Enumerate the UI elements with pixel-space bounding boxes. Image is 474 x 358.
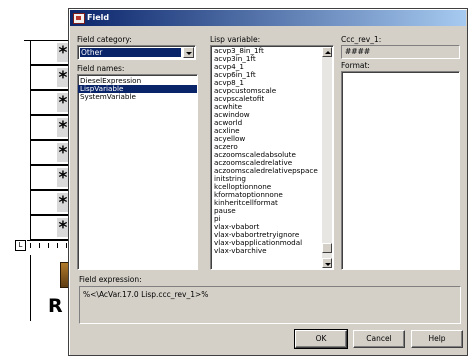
lisp-variable-item[interactable]: pause [212,207,321,215]
chevron-down-icon [186,52,192,55]
table-row: * [31,140,69,165]
format-list[interactable] [341,71,460,270]
drawing-text: R [48,295,63,317]
table-row: * [31,215,69,240]
ruler-tick [39,243,40,248]
field-category-value: Other [80,48,181,57]
ruler-tick [48,243,49,248]
lisp-variable-list[interactable]: acvp3_8in_1ft acvp3in_1ft acvp4_1 acvp6in_1… [210,45,334,270]
field-name-item[interactable]: SystemVariable [78,93,197,101]
scroll-up-button[interactable] [322,47,332,57]
field-app-icon [73,13,85,24]
field-expression-label: Field expression: [79,275,142,284]
field-category-label: Field category: [77,35,132,44]
vertical-scrollbar[interactable] [322,47,332,268]
field-dialog: Field Field category: Other Field names:… [68,8,468,356]
ruler-tick [30,243,31,248]
table-row: * [31,40,69,65]
ruler-tick [57,243,58,248]
table-row: * [31,190,69,215]
dropdown-button[interactable] [183,47,194,58]
cancel-button[interactable]: Cancel [353,330,405,348]
lisp-variable-item[interactable]: vlax-vbarchive [212,247,321,255]
tab-stop-toggle[interactable]: L [15,240,26,251]
field-expression-box: %<\AcVar.17.0 Lisp.ccc_rev_1>% [79,286,461,324]
table-row: * [31,65,69,90]
preview-value: #### [345,47,371,56]
arrow-down-icon [325,263,331,266]
lisp-variable-items: acvp3_8in_1ft acvp3in_1ft acvp4_1 acvp6in_1… [212,47,321,255]
field-category-dropdown[interactable]: Other [77,45,196,60]
table-row: * [31,90,69,115]
dialog-titlebar[interactable]: Field [70,10,466,26]
lisp-variable-label: Lisp variable: [210,35,261,44]
ok-button[interactable]: OK [294,329,348,349]
format-label: Format: [341,61,370,70]
field-expression-value: %<\AcVar.17.0 Lisp.ccc_rev_1>% [83,290,209,299]
help-button[interactable]: Help [411,330,463,348]
preview-field: #### [341,45,460,59]
preview-label: Ccc_rev_1: [341,35,382,44]
text-ruler[interactable] [27,240,68,253]
scroll-down-button[interactable] [322,258,332,268]
drawing-border-line [30,255,31,321]
scrollbar-thumb[interactable] [322,243,332,253]
table-row: * [31,165,69,190]
field-names-label: Field names: [77,64,125,73]
table-row: * [31,115,69,140]
arrow-up-icon [325,51,331,54]
ruler-tick [66,243,67,248]
dialog-title: Field [87,13,110,22]
field-names-list[interactable]: DieselExpression LispVariable SystemVariab… [77,74,198,270]
